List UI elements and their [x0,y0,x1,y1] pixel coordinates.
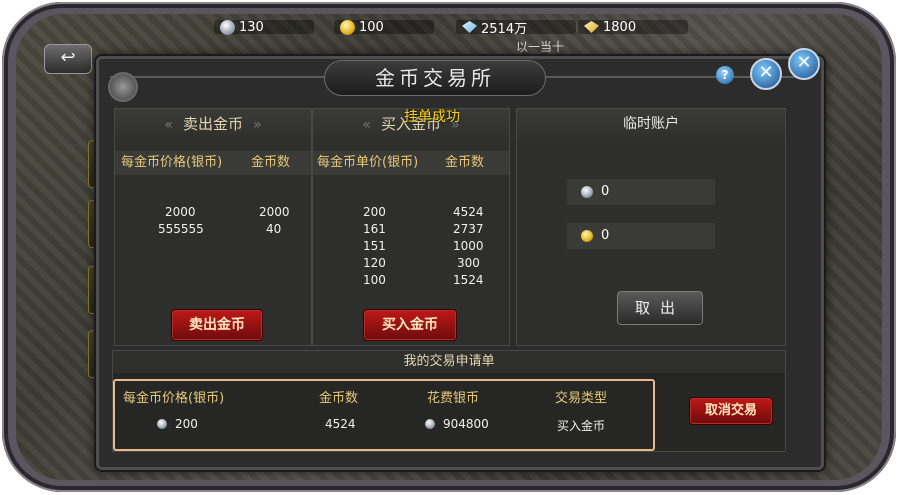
silver-coin-icon [581,186,593,198]
temp-silver-row: 0 [567,179,715,205]
chevron-left-icon[interactable]: « [362,117,371,133]
table-row[interactable]: 151 1000 [313,239,509,256]
row-price: 200 [363,205,386,219]
order-price: 200 [175,417,198,431]
diamond-icon [462,21,477,33]
order-col-cost: 花费银币 [427,391,480,406]
gold-bar-amount: 1800 [603,19,637,35]
row-price: 100 [363,273,386,287]
buy-col-count: 金币数 [445,155,485,170]
row-price: 161 [363,222,386,236]
row-count: 2737 [453,222,484,236]
silver-coin-icon [425,419,435,429]
withdraw-button[interactable]: 取出 [617,291,703,325]
row-count: 40 [266,222,282,236]
table-row[interactable]: 161 2737 [313,222,509,239]
order-type: 买入金币 [557,419,606,433]
silver-coin-icon [157,419,167,429]
gold-coin-icon [581,230,593,242]
sell-col-count: 金币数 [251,155,291,170]
temp-account-header: 临时账户 [517,109,785,139]
temp-silver-value: 0 [601,184,610,199]
temp-account-panel: 临时账户 0 0 取出 [516,108,786,346]
order-success-toast: 挂单成功 [404,109,460,125]
buy-panel: «买入金币» 每金币单价(银币) 金币数 200 4524 161 2737 1… [312,108,510,346]
cancel-trade-button[interactable]: 取消交易 [689,397,773,425]
gold-coin-icon [340,19,355,35]
gold-resource: 100 [340,17,384,37]
silver-resource: 130 [220,17,264,37]
row-price: 151 [363,239,386,253]
temp-gold-row: 0 [567,223,715,249]
silver-amount: 130 [239,19,264,35]
order-col-count: 金币数 [319,391,359,406]
back-button[interactable]: ↩ [44,44,92,74]
sell-panel-header: « 卖出金币 » [115,109,311,139]
silver-coin-icon [220,19,235,35]
order-count: 4524 [325,417,356,431]
order-price-cell: 200 [157,417,198,431]
diamond-amount: 2514万 [481,21,528,37]
diamond-resource: 2514万 [462,17,527,37]
row-count: 1524 [453,273,484,287]
gold-bar-icon [584,21,599,33]
table-row[interactable]: 2000 2000 [115,205,311,222]
resource-bar: 130 100 2514万 1800 [16,14,882,40]
my-orders-title: 我的交易申请单 [113,351,785,373]
corner-ornament-icon [108,72,138,102]
row-count: 1000 [453,239,484,253]
table-row[interactable]: 200 4524 [313,205,509,222]
close-icon-outer[interactable]: ✕ [788,48,820,80]
row-price: 120 [363,256,386,270]
buy-column-header: 每金币单价(银币) 金币数 [313,151,509,175]
gold-amount: 100 [359,19,384,35]
row-price: 2000 [165,205,196,219]
row-count: 2000 [259,205,290,219]
background-label: 以一当十 [516,40,565,54]
sell-col-price: 每金币价格(银币) [121,155,223,170]
dialog-title: 金币交易所 [324,60,546,96]
gold-bar-resource: 1800 [584,17,636,37]
buy-rows: 200 4524 161 2737 151 1000 120 300 100 1… [313,205,509,290]
close-icon[interactable]: ✕ [750,58,782,90]
back-arrow-icon: ↩ [60,47,76,68]
sell-gold-button[interactable]: 卖出金币 [171,309,263,341]
chevron-left-icon[interactable]: « [164,117,173,133]
order-cost: 904800 [443,417,489,431]
sell-panel-title: 卖出金币 [182,115,243,133]
row-price: 555555 [158,222,204,236]
order-cost-cell: 904800 [425,417,489,431]
buy-col-price: 每金币单价(银币) [317,155,419,170]
order-col-type: 交易类型 [555,391,608,406]
order-row-selected[interactable]: 每金币价格(银币) 金币数 花费银币 交易类型 200 4524 904800 … [113,379,655,451]
table-row[interactable]: 120 300 [313,256,509,273]
table-row[interactable]: 555555 40 [115,222,311,239]
sell-column-header: 每金币价格(银币) 金币数 [115,151,311,175]
temp-gold-value: 0 [601,228,610,243]
sell-panel: « 卖出金币 » 每金币价格(银币) 金币数 2000 2000 555555 40… [114,108,312,346]
help-icon[interactable]: ? [716,66,734,84]
order-col-price: 每金币价格(银币) [123,391,225,406]
buy-gold-button[interactable]: 买入金币 [363,309,457,341]
chevron-right-icon[interactable]: » [253,117,262,133]
row-count: 300 [457,256,480,270]
temp-account-title: 临时账户 [623,116,679,132]
row-count: 4524 [453,205,484,219]
my-orders-panel: 我的交易申请单 每金币价格(银币) 金币数 花费银币 交易类型 200 4524… [112,350,786,452]
sell-rows: 2000 2000 555555 40 [115,205,311,239]
table-row[interactable]: 100 1524 [313,273,509,290]
